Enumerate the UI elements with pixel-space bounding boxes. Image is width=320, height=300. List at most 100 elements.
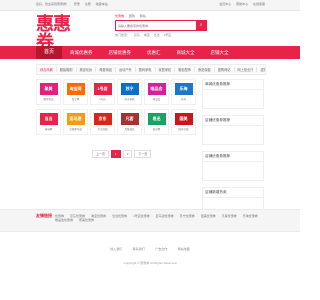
shop-name: 乐淘 [180,98,186,101]
shop-row: 当当 当当网 亚马逊 卓越亚马逊 京东 京东商城 凡客 凡客诚品 易迅 易迅网 国美 国美在线 [36,109,196,135]
shop-logo: 国美 [174,113,193,125]
shop-name: 易迅网 [152,128,161,131]
footer-link-sitemap[interactable]: 网站地图 [178,247,190,251]
shop-logo: 易迅 [147,113,166,125]
category-item[interactable]: 数码家电 [136,67,156,72]
sidebar-panel: 商城优惠券推荐 [202,79,264,109]
friend-link[interactable]: 凡客优惠券 [222,214,237,218]
category-bar: 综合商城 服装鞋帽 美容化妆 母婴用品 运动户外 数码家电 家居家纺 箱包配饰 食品保健 团购网站… [36,64,266,75]
friend-link[interactable]: 聚美优惠券 [79,218,94,222]
friend-link[interactable]: 苏宁优惠券 [180,214,195,218]
shop-card[interactable]: 唯品会 唯品会 [144,79,169,105]
nav-mall-coupons[interactable]: 商城优惠券 [62,46,101,59]
site-logo[interactable]: 惠惠券 www.HYZhuan.com [36,15,78,56]
shop-name: 唯品会 [152,98,161,101]
shop-card[interactable]: 易迅 易迅网 [144,109,169,135]
online-service-link[interactable]: 在线客服 [253,2,265,6]
friend-link[interactable]: 当当优惠券 [112,214,127,218]
prev-page-button[interactable]: 上一页 [92,150,110,158]
category-item[interactable]: 服装鞋帽 [57,67,77,72]
shop-name: 凡客诚品 [124,128,135,131]
footer-link-ads[interactable]: 广告合作 [155,247,167,251]
copyright: Copyright © 惠惠券 All Rights Reserved [123,261,177,265]
search-tab-group[interactable]: 团购 [129,14,135,18]
category-item[interactable]: 美容化妆 [77,67,97,72]
footer-link-contact[interactable]: 联系我们 [133,247,145,251]
shop-card[interactable]: 国美 国美在线 [171,109,196,135]
shop-name: 京东商城 [97,128,108,131]
category-item[interactable]: 虚拟充值 [257,67,265,72]
shop-card[interactable]: 苏宁 苏宁易购 [117,79,142,105]
shop-card[interactable]: 京东 京东商城 [90,109,115,135]
friend-links: 友情链接 优惠券 京东优惠券 淘宝优惠券 当当优惠券 1号店优惠券 亚马逊优惠券 苏宁优惠券… [0,209,300,232]
shop-name: 苏宁易购 [124,98,135,101]
category-item[interactable]: 母婴用品 [96,67,116,72]
sidebar-panel: 店铺优惠券推荐 [202,151,264,181]
category-item[interactable]: 运动户外 [116,67,136,72]
category-item[interactable]: 综合商城 [37,67,57,72]
shop-card[interactable]: 聚美 聚美优品 [36,79,61,105]
shop-logo: 凡客 [120,113,139,125]
sidebar-title: 商城优惠券推荐 [203,80,263,90]
sidebar-panel: 店铺优惠券推荐 [202,115,264,145]
shop-logo: 淘宝网 [66,83,85,95]
sidebar-title: 店铺优惠券推荐 [203,152,263,162]
top-bar: 您好，欢迎来到惠惠券！ 登录 注册 收藏本站 会员中心 帮助中心 在线客服 [0,0,300,11]
shop-card[interactable]: 1号店 1号店 [90,79,115,105]
help-center-link[interactable]: 帮助中心 [236,2,248,6]
shop-card[interactable]: 凡客 凡客诚品 [117,109,142,135]
search-tab-coupon[interactable]: 优惠券 [115,14,124,18]
hot-term[interactable]: 淘宝 [144,33,150,37]
login-link[interactable]: 登录 [74,2,80,6]
nav-mall-directory[interactable]: 商城大全 [169,46,203,59]
shop-card[interactable]: 当当 当当网 [36,109,61,135]
main-nav: 首页 商城优惠券 店铺优惠券 优惠汇 商城大全 店铺大全 [0,46,300,59]
bookmark-link[interactable]: 收藏本站 [96,2,108,6]
nav-deals[interactable]: 优惠汇 [139,46,169,59]
search-area: 优惠券 团购 网站 ⌕ 热门搜索： 京东 淘宝 当当 1号店 [115,14,207,37]
next-page-button[interactable]: 下一页 [134,150,152,158]
category-item[interactable]: 家居家纺 [156,67,176,72]
nav-shop-coupons[interactable]: 店铺优惠券 [101,46,140,59]
member-center-link[interactable]: 会员中心 [219,2,231,6]
shop-logo: 乐淘 [174,83,193,95]
hot-term[interactable]: 1号店 [163,33,171,37]
sidebar-title: 店铺新增热卖 [203,188,263,198]
hot-term[interactable]: 当当 [154,33,160,37]
shop-card[interactable]: 淘宝网 淘宝网 [63,79,88,105]
footer-link-join[interactable]: 加入我们 [110,247,122,251]
shop-name: 国美在线 [178,128,189,131]
register-link[interactable]: 注册 [85,2,91,6]
hot-term[interactable]: 京东 [134,33,140,37]
shop-name: 淘宝网 [71,98,80,101]
hot-search-label: 热门搜索： [115,33,131,37]
nav-shop-directory[interactable]: 店铺大全 [203,46,237,59]
page-2-button[interactable]: 2 [122,150,133,158]
search-box: ⌕ [115,20,207,31]
search-tab-site[interactable]: 网站 [140,14,146,18]
page-1-button[interactable]: 1 [111,150,121,158]
shop-logo: 亚马逊 [66,113,85,125]
search-input[interactable] [116,21,196,30]
category-item[interactable]: 网上营业厅 [235,67,258,72]
friend-links-label: 友情链接 [36,213,52,218]
shop-name: 当当网 [44,128,53,131]
shop-row: 聚美 聚美优品 淘宝网 淘宝网 1号店 1号店 苏宁 苏宁易购 唯品会 唯品会 乐淘 乐淘 [36,79,196,105]
shop-logo: 京东 [93,113,112,125]
friend-link[interactable]: 乐淘优惠券 [243,214,258,218]
shop-logo: 唯品会 [147,83,166,95]
category-item[interactable]: 团购网站 [215,67,235,72]
search-button[interactable]: ⌕ [196,21,206,30]
friend-link[interactable]: 1号店优惠券 [133,214,150,218]
footer: 加入我们 联系我们 广告合作 网站地图 Copyright © 惠惠券 All … [0,237,300,265]
category-item[interactable]: 食品保健 [195,67,215,72]
nav-home[interactable]: 首页 [36,46,63,59]
friend-link[interactable]: 唯品会优惠券 [55,218,73,222]
friend-link[interactable]: 亚马逊优惠券 [156,214,174,218]
shop-card[interactable]: 亚马逊 卓越亚马逊 [63,109,88,135]
sidebar: 商城优惠券推荐 店铺优惠券推荐 店铺优惠券推荐 店铺新增热卖 [202,79,264,223]
welcome-text: 您好，欢迎来到惠惠券！ [36,2,70,6]
category-item[interactable]: 箱包配饰 [175,67,195,72]
friend-link[interactable]: 国美优惠券 [201,214,216,218]
shop-card[interactable]: 乐淘 乐淘 [171,79,196,105]
